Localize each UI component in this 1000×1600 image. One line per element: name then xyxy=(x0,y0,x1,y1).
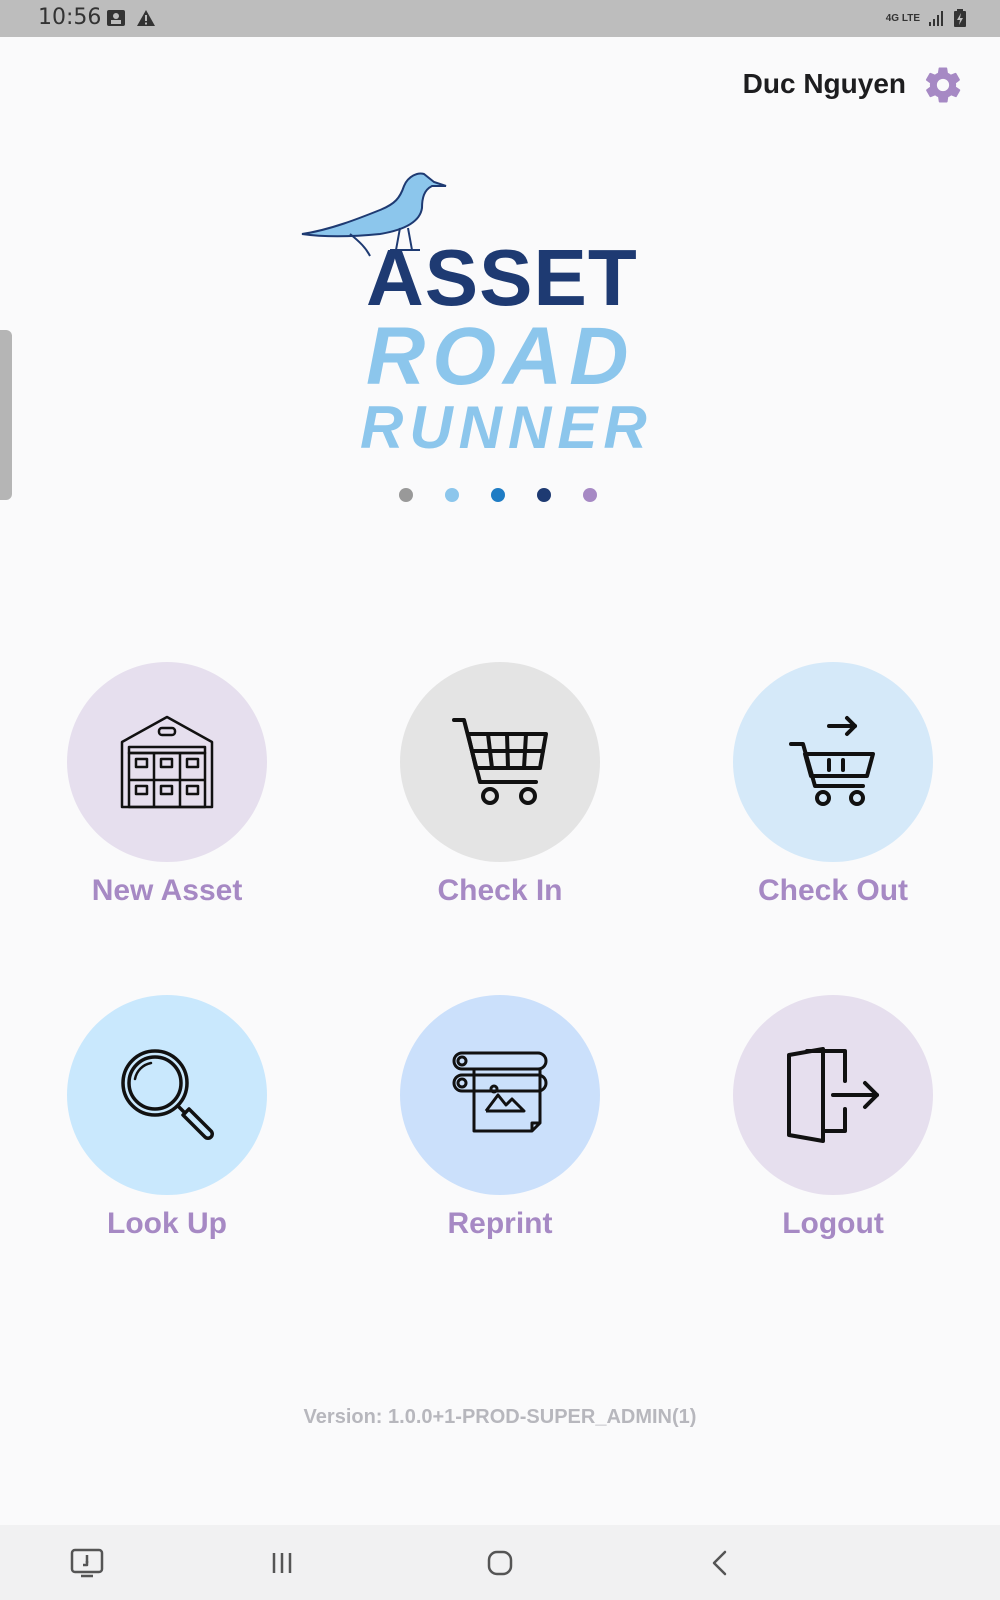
new-asset-label: New Asset xyxy=(91,874,243,907)
screen-share-icon[interactable] xyxy=(67,1543,107,1583)
status-bar: 10:56 4G LTE xyxy=(0,0,1000,37)
new-asset-circle[interactable] xyxy=(67,662,267,862)
back-icon[interactable] xyxy=(700,1543,740,1583)
logo-text-road: ROAD xyxy=(366,311,636,402)
magnifier-icon xyxy=(121,1049,214,1140)
carousel-dot[interactable] xyxy=(445,488,459,502)
scroll-handle[interactable] xyxy=(0,330,12,500)
gear-icon[interactable] xyxy=(922,64,964,106)
carousel-dot[interactable] xyxy=(537,488,551,502)
version-text: Version: 1.0.0+1-PROD-SUPER_ADMIN(1) xyxy=(303,1406,697,1428)
logo-text-runner: RUNNER xyxy=(360,394,653,461)
navigation-bar xyxy=(0,1525,1000,1600)
warehouse-icon xyxy=(120,715,214,809)
check-in-button[interactable]: Check In xyxy=(400,662,600,908)
signal-icon xyxy=(929,11,943,26)
check-out-circle[interactable] xyxy=(733,662,933,862)
carousel-dot[interactable] xyxy=(583,488,597,502)
look-up-label: Look Up xyxy=(107,1207,227,1240)
check-in-circle[interactable] xyxy=(400,662,600,862)
battery-icon xyxy=(954,9,966,27)
logout-circle[interactable] xyxy=(733,995,933,1195)
reprint-button[interactable]: Reprint xyxy=(400,995,600,1241)
reprint-label: Reprint xyxy=(447,1207,553,1240)
reprint-circle[interactable] xyxy=(400,995,600,1195)
user-name: Duc Nguyen xyxy=(742,68,906,99)
image-notification-icon xyxy=(107,10,125,26)
home-icon[interactable] xyxy=(480,1543,520,1583)
logo-text-asset: ASSET xyxy=(366,233,638,322)
logout-door-icon xyxy=(787,1047,879,1143)
logout-button[interactable]: Logout xyxy=(733,995,933,1241)
look-up-circle[interactable] xyxy=(67,995,267,1195)
status-time: 10:56 xyxy=(38,5,102,30)
printer-icon xyxy=(452,1051,548,1133)
carousel-dot[interactable] xyxy=(399,488,413,502)
check-out-button[interactable]: Check Out xyxy=(733,662,933,908)
cart-arrow-icon xyxy=(789,716,875,806)
check-in-label: Check In xyxy=(437,874,563,907)
logout-label: Logout xyxy=(782,1207,884,1240)
cart-icon xyxy=(452,718,548,805)
recent-apps-icon[interactable] xyxy=(262,1543,302,1583)
check-out-label: Check Out xyxy=(757,874,909,907)
app-logo: ASSET ROAD RUNNER xyxy=(300,168,650,468)
carousel-dots xyxy=(399,488,597,502)
look-up-button[interactable]: Look Up xyxy=(67,995,267,1241)
warning-icon xyxy=(137,10,155,26)
new-asset-button[interactable]: New Asset xyxy=(67,662,267,908)
carousel-dot[interactable] xyxy=(491,488,505,502)
network-type: 4G LTE xyxy=(885,12,920,24)
